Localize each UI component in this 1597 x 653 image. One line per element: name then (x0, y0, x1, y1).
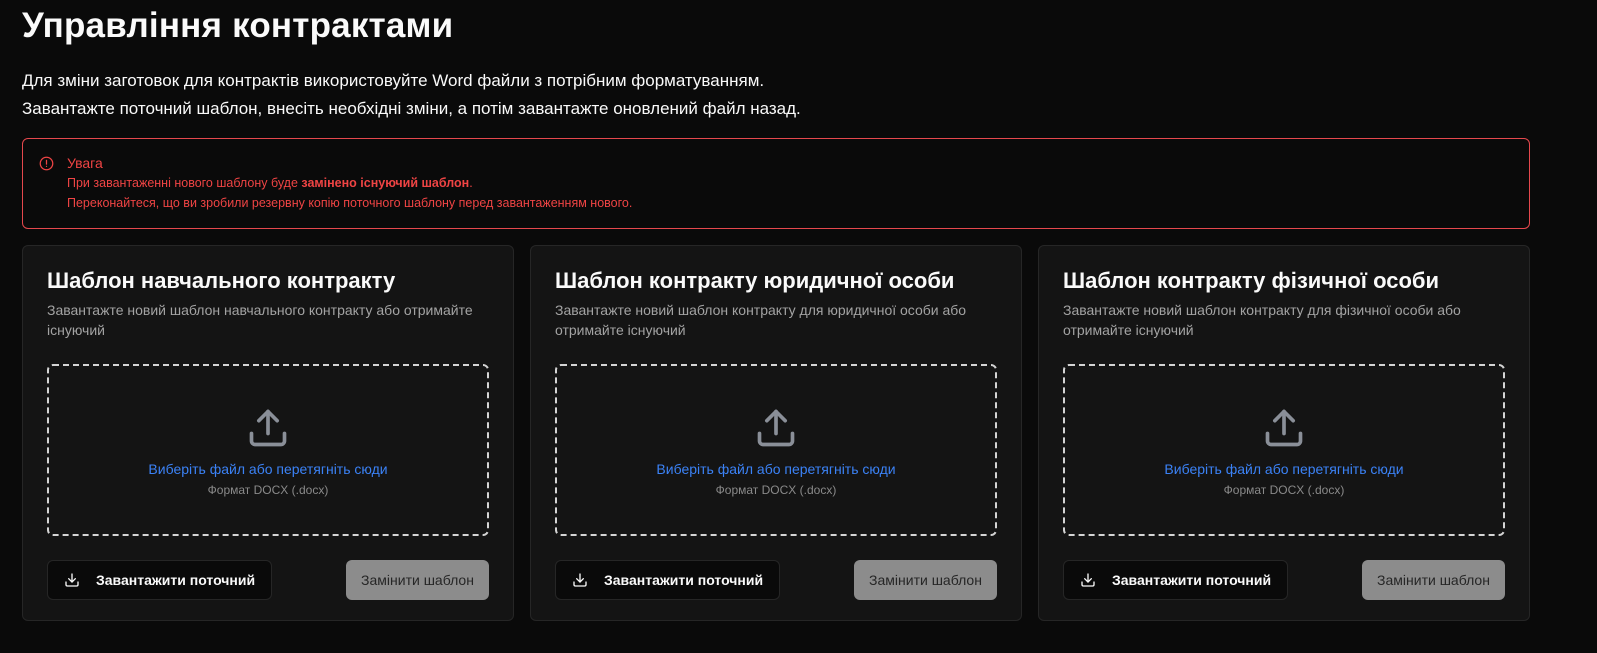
replace-template-button[interactable]: Замінити шаблон (854, 560, 997, 600)
page: Управління контрактами Для зміни заготов… (0, 0, 1597, 653)
card-description: Завантажте новий шаблон навчального конт… (47, 302, 473, 338)
download-current-label: Завантажити поточний (604, 572, 764, 588)
warning-alert: Увага При завантаженні нового шаблону бу… (22, 138, 1530, 229)
dropzone-format-hint: Формат DOCX (.docx) (207, 483, 329, 497)
card-title: Шаблон контракту юридичної особи (555, 268, 955, 293)
card-actions: Завантажити поточний Замінити шаблон (1063, 560, 1505, 600)
alert-line-1-prefix: При завантаженні нового шаблону буде (67, 176, 302, 190)
dropzone-select-link[interactable]: Виберіть файл або перетягніть сюди (1164, 460, 1403, 478)
download-icon (573, 573, 587, 587)
download-icon (1081, 573, 1095, 587)
upload-icon (1265, 409, 1303, 447)
upload-icon (757, 409, 795, 447)
card-actions: Завантажити поточний Замінити шаблон (47, 560, 489, 600)
replace-template-button[interactable]: Замінити шаблон (346, 560, 489, 600)
replace-template-button[interactable]: Замінити шаблон (1362, 560, 1505, 600)
alert-line-1: При завантаженні нового шаблону буде зам… (67, 173, 1513, 193)
dropzone-format-hint: Формат DOCX (.docx) (715, 483, 837, 497)
page-title: Управління контрактами (22, 6, 454, 45)
download-current-button[interactable]: Завантажити поточний (555, 560, 781, 600)
download-current-label: Завантажити поточний (1112, 572, 1272, 588)
card-description: Завантажте новий шаблон контракту для фі… (1063, 302, 1461, 338)
card-title: Шаблон навчального контракту (47, 268, 396, 293)
file-dropzone[interactable]: Виберіть файл або перетягніть сюди Форма… (47, 364, 489, 536)
upload-icon (249, 409, 287, 447)
alert-line-1-bold: замінено існуючий шаблон (301, 176, 470, 190)
card-title: Шаблон контракту фізичної особи (1063, 268, 1440, 293)
download-icon (65, 573, 79, 587)
alert-circle-icon (39, 156, 54, 171)
card-legal-entity-contract: Шаблон контракту юридичної особи Заванта… (530, 245, 1022, 621)
card-description: Завантажте новий шаблон контракту для юр… (555, 302, 967, 338)
card-individual-contract: Шаблон контракту фізичної особи Завантаж… (1038, 245, 1530, 621)
alert-title: Увага (67, 155, 103, 171)
intro-text: Для зміни заготовок для контрактів викор… (22, 67, 1560, 123)
download-current-button[interactable]: Завантажити поточний (1063, 560, 1289, 600)
intro-line-1: Для зміни заготовок для контрактів викор… (22, 71, 765, 90)
alert-line-1-suffix: . (469, 176, 473, 190)
dropzone-format-hint: Формат DOCX (.docx) (1223, 483, 1345, 497)
download-current-button[interactable]: Завантажити поточний (47, 560, 273, 600)
file-dropzone[interactable]: Виберіть файл або перетягніть сюди Форма… (555, 364, 997, 536)
file-dropzone[interactable]: Виберіть файл або перетягніть сюди Форма… (1063, 364, 1505, 536)
card-training-contract: Шаблон навчального контракту Завантажте … (22, 245, 514, 621)
template-cards: Шаблон навчального контракту Завантажте … (22, 245, 1530, 621)
dropzone-select-link[interactable]: Виберіть файл або перетягніть сюди (148, 460, 387, 478)
dropzone-select-link[interactable]: Виберіть файл або перетягніть сюди (656, 460, 895, 478)
download-current-label: Завантажити поточний (96, 572, 256, 588)
intro-line-2: Завантажте поточний шаблон, внесіть необ… (22, 99, 801, 118)
card-actions: Завантажити поточний Замінити шаблон (555, 560, 997, 600)
alert-line-2: Переконайтеся, що ви зробили резервну ко… (67, 196, 633, 210)
